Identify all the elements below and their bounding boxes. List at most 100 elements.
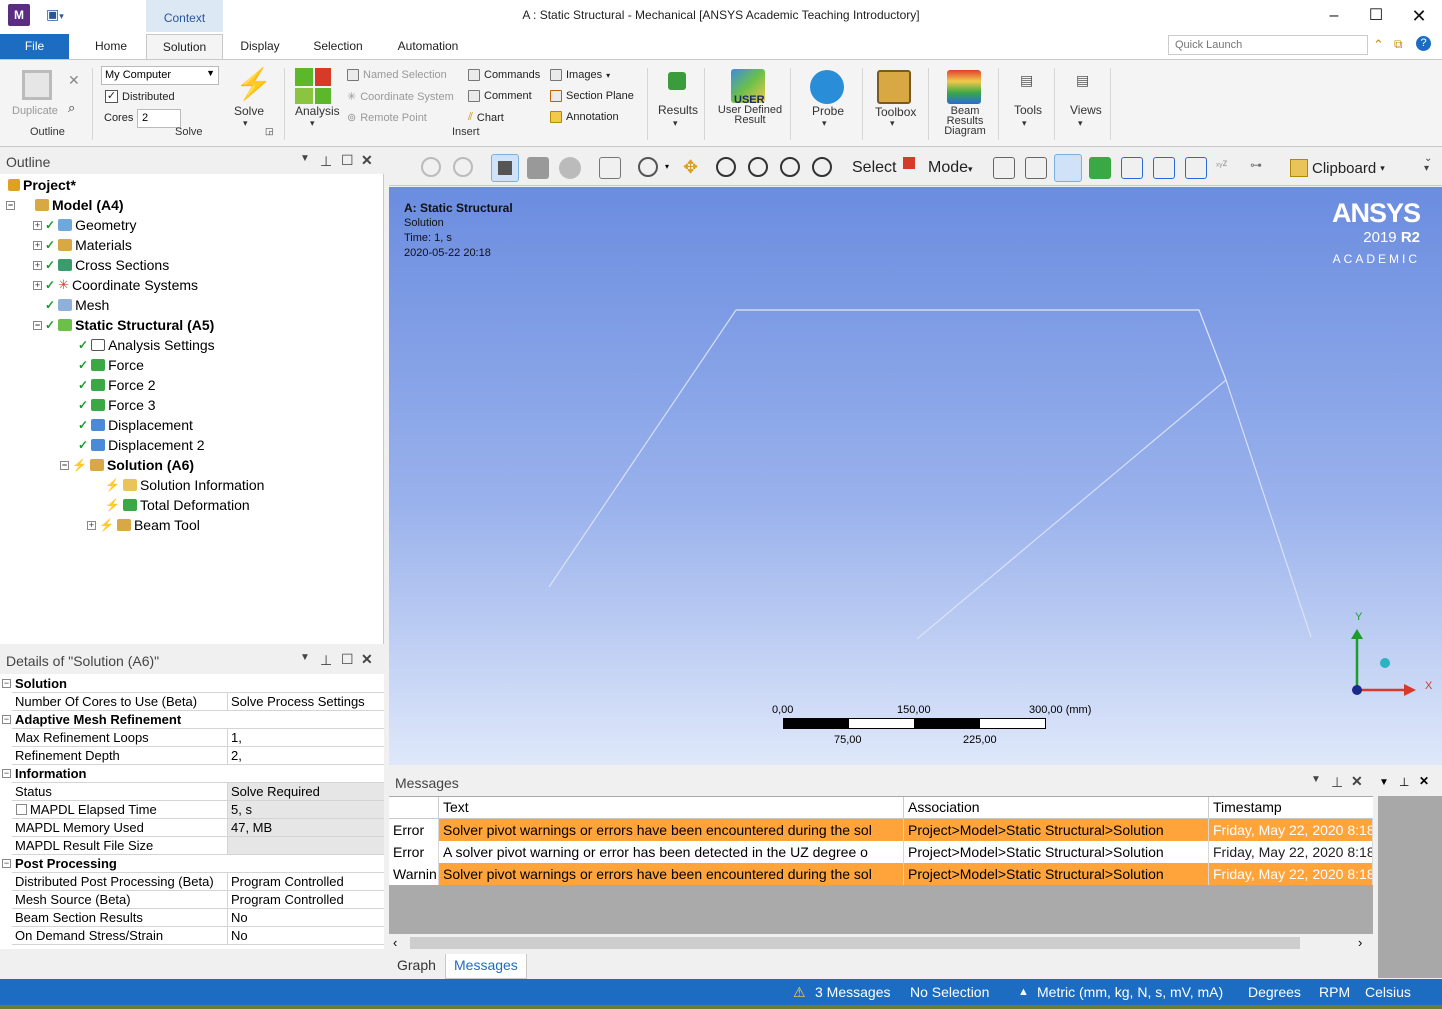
tree-node-displacement-2[interactable]: ✓ Displacement 2 — [78, 436, 205, 454]
chevron-down-icon[interactable]: ▾ — [1078, 118, 1083, 129]
tree-node-model[interactable]: − Model (A4) — [6, 196, 124, 214]
wireframe-cube-icon[interactable] — [527, 157, 549, 179]
details-row-value[interactable]: 1, — [228, 729, 384, 747]
details-row[interactable]: On Demand Stress/Strain No — [0, 927, 384, 945]
zoom-to-fit-icon[interactable] — [780, 157, 800, 177]
collapse-icon[interactable]: − — [6, 200, 15, 210]
tab-display[interactable]: Display — [231, 34, 289, 59]
chevron-down-icon[interactable]: ▾ — [665, 162, 669, 171]
distributed-checkbox[interactable]: ✓ Distributed — [105, 90, 175, 103]
chevron-down-icon[interactable]: ▾ — [310, 118, 315, 129]
expand-icon[interactable]: + — [33, 280, 42, 290]
tab-messages[interactable]: Messages — [445, 954, 527, 979]
close-panel-icon[interactable]: ✕ — [1351, 773, 1363, 790]
details-row[interactable]: MAPDL Elapsed Time 5, s — [0, 801, 384, 819]
chevron-down-icon[interactable]: ▾ — [243, 118, 248, 129]
solve-lightning-icon[interactable]: ⚡ — [235, 68, 272, 102]
details-row[interactable]: Mesh Source (Beta) Program Controlled — [0, 891, 384, 909]
details-row[interactable]: Number Of Cores to Use (Beta) Solve Proce… — [0, 693, 384, 711]
zoom-icon[interactable] — [716, 157, 736, 177]
column-header-timestamp[interactable]: Timestamp — [1213, 799, 1282, 815]
details-row-value[interactable]: Program Controlled — [228, 891, 384, 909]
close-panel-icon[interactable]: ✕ — [361, 651, 373, 668]
views-button[interactable]: Views — [1070, 103, 1102, 117]
maximize-panel-icon[interactable]: ☐ — [341, 152, 354, 169]
tree-node-cross-sections[interactable]: + ✓ Cross Sections — [33, 256, 169, 274]
solve-button[interactable]: Solve — [234, 104, 264, 118]
tree-node-total-deformation[interactable]: ⚡ Total Deformation — [105, 496, 250, 514]
commands-button[interactable]: Commands — [468, 69, 540, 81]
probe-button[interactable]: Probe — [812, 104, 844, 118]
tree-node-materials[interactable]: + ✓ Materials — [33, 236, 132, 254]
duplicate-button[interactable]: Duplicate — [12, 105, 58, 117]
status-units[interactable]: Metric (mm, kg, N, s, mV, mA) — [1037, 984, 1223, 1000]
panel-menu-icon[interactable]: ▼ — [300, 652, 310, 663]
measure-icon[interactable]: ⊶ — [1250, 158, 1262, 172]
details-group-adaptive-mesh[interactable]: − Adaptive Mesh Refinement — [0, 711, 384, 729]
section-plane-button[interactable]: Section Plane — [550, 90, 634, 102]
details-row-value[interactable]: 2, — [228, 747, 384, 765]
section-view-icon[interactable] — [599, 157, 621, 179]
chevron-down-icon[interactable]: ▾ — [822, 118, 827, 129]
annotation-button[interactable]: Annotation — [550, 111, 619, 123]
tree-node-coordinate-systems[interactable]: + ✓ ✳ Coordinate Systems — [33, 276, 198, 294]
close-panel-icon[interactable]: ✕ — [1419, 774, 1429, 788]
pin-icon[interactable]: ⊥ — [320, 153, 332, 170]
scroll-right-icon[interactable]: › — [1358, 935, 1362, 950]
tree-node-solution[interactable]: − ⚡ Solution (A6) — [60, 456, 194, 474]
analysis-button[interactable]: Analysis — [295, 104, 340, 118]
status-temperature-units[interactable]: Celsius — [1365, 984, 1411, 1000]
rotate-icon[interactable] — [638, 157, 658, 177]
scroll-left-icon[interactable]: ‹ — [393, 935, 397, 950]
expand-icon[interactable]: + — [33, 240, 42, 250]
quick-launch-input[interactable] — [1168, 35, 1368, 55]
pan-icon[interactable]: ✥ — [683, 157, 698, 178]
tab-solution[interactable]: Solution — [146, 34, 223, 59]
tools-button[interactable]: Tools — [1014, 103, 1042, 117]
toolbox-icon[interactable] — [877, 70, 911, 104]
help-icon[interactable]: ? — [1416, 36, 1431, 51]
column-header-association[interactable]: Association — [908, 799, 980, 815]
select-label[interactable]: Select — [852, 159, 896, 177]
tree-node-force-2[interactable]: ✓ Force 2 — [78, 376, 156, 394]
xyz-coordinates-icon[interactable]: ₓᵧz — [1216, 158, 1228, 169]
layout-icon[interactable]: ⧉ — [1394, 37, 1403, 52]
toolbox-button[interactable]: Toolbox — [875, 105, 916, 119]
scrollbar-thumb[interactable] — [410, 937, 1300, 949]
collapse-icon[interactable]: − — [2, 859, 11, 868]
expand-icon[interactable]: + — [87, 520, 96, 530]
minimize-button[interactable]: – — [1318, 4, 1350, 28]
tab-automation[interactable]: Automation — [388, 34, 468, 59]
analysis-icon[interactable] — [295, 68, 335, 106]
panel-menu-icon[interactable]: ▼ — [300, 153, 310, 164]
tab-graph[interactable]: Graph — [397, 957, 436, 973]
details-group-information[interactable]: − Information — [0, 765, 384, 783]
close-button[interactable]: ✕ — [1403, 4, 1435, 28]
status-messages[interactable]: 3 Messages — [815, 984, 890, 1000]
tree-node-static-structural[interactable]: − ✓ Static Structural (A5) — [33, 316, 214, 334]
mode-button[interactable]: Mode▾ — [928, 159, 973, 177]
select-point-icon[interactable] — [993, 157, 1015, 179]
pin-icon[interactable]: ⊥ — [1331, 774, 1343, 791]
details-group-solution[interactable]: − Solution — [0, 675, 384, 693]
chart-button[interactable]: ⫽ Chart — [468, 111, 504, 124]
tab-selection[interactable]: Selection — [303, 34, 373, 59]
warning-icon[interactable]: ⚠ — [793, 984, 806, 1001]
select-vertex-icon[interactable] — [1025, 157, 1047, 179]
expand-icon[interactable]: + — [33, 220, 42, 230]
details-row[interactable]: Distributed Post Processing (Beta) Progra… — [0, 873, 384, 891]
tree-node-geometry[interactable]: + ✓ Geometry — [33, 216, 137, 234]
message-row[interactable]: Warnin Solver pivot warnings or errors h… — [389, 863, 1373, 885]
expand-icon[interactable]: + — [33, 260, 42, 270]
tree-node-force-3[interactable]: ✓ Force 3 — [78, 396, 156, 414]
tree-node-displacement[interactable]: ✓ Displacement — [78, 416, 193, 434]
magnifier-icon[interactable] — [812, 157, 832, 177]
coordinate-system-button[interactable]: ✳ Coordinate System — [347, 90, 454, 104]
box-zoom-icon[interactable] — [748, 157, 768, 177]
tree-node-mesh[interactable]: ✓ Mesh — [45, 296, 109, 314]
remote-point-button[interactable]: ⊚ Remote Point — [347, 111, 427, 125]
checkbox-checked-icon[interactable]: ✓ — [105, 90, 118, 103]
tree-node-analysis-settings[interactable]: ✓ Analysis Settings — [78, 336, 215, 354]
dialog-launcher-icon[interactable]: ◲ — [265, 126, 274, 137]
select-node-icon[interactable] — [1153, 157, 1175, 179]
